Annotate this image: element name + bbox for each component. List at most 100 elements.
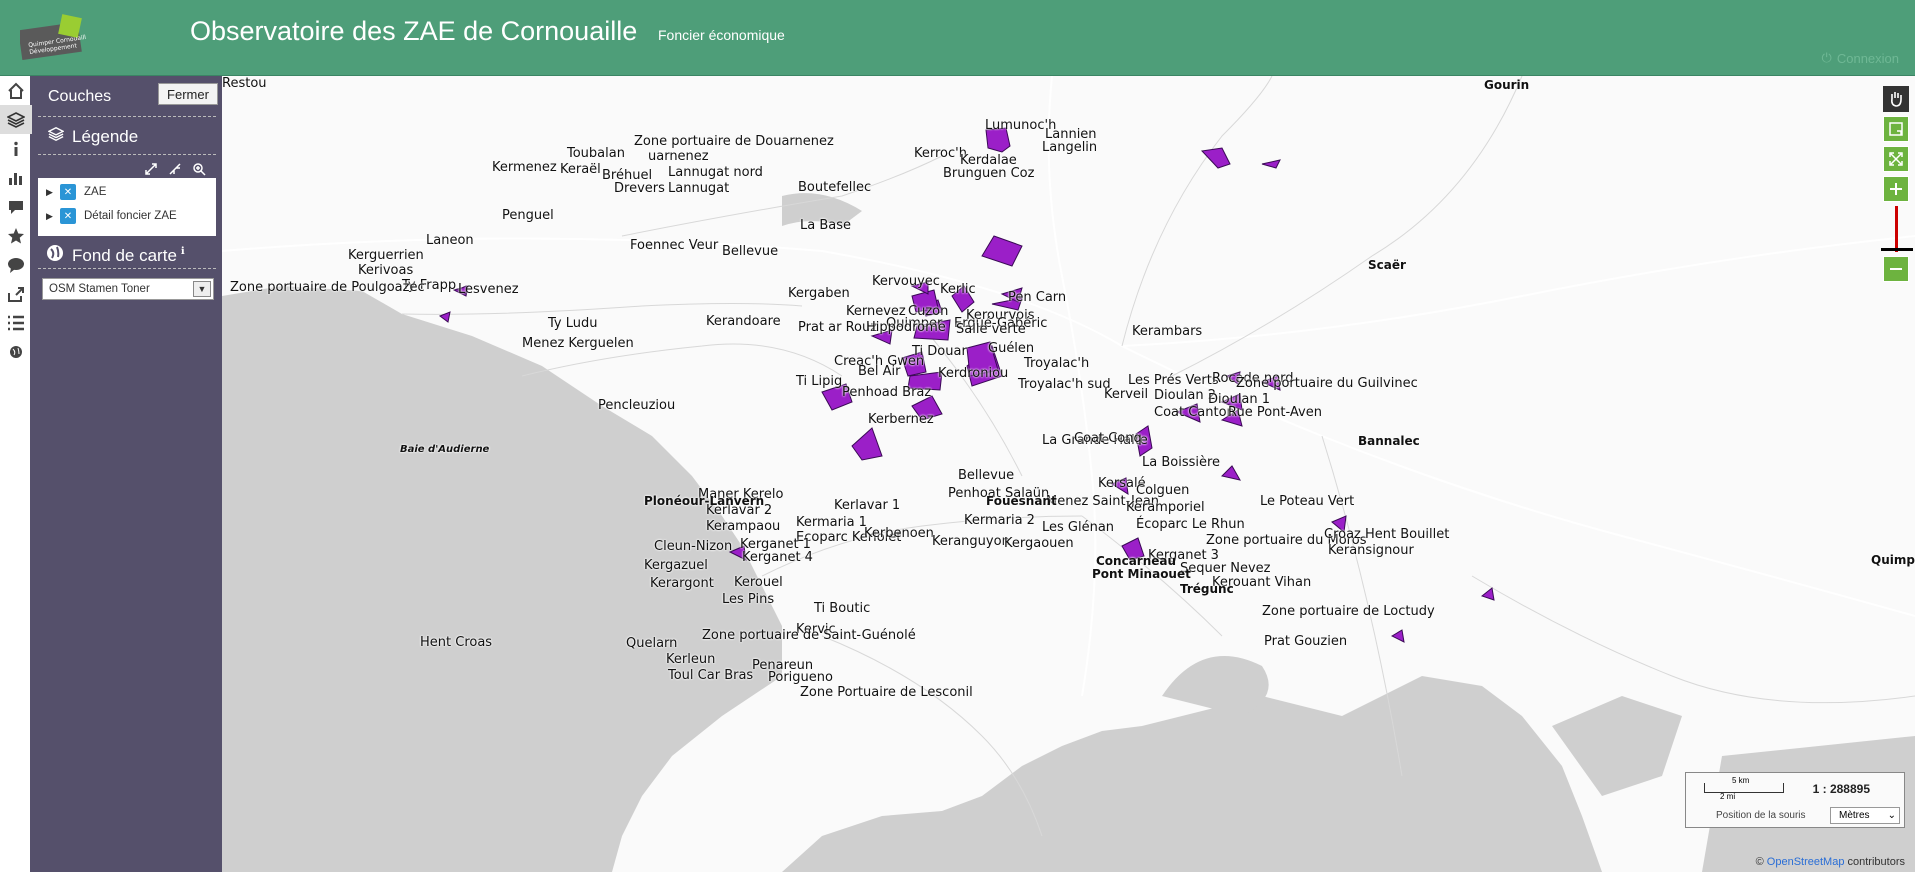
chart-icon[interactable] (0, 163, 32, 192)
scale-km-label: 5 km (1732, 776, 1750, 785)
map-label: Les Glénan (1042, 520, 1115, 535)
zoom-out-button[interactable] (1883, 256, 1909, 282)
map-label: Keransignour (1328, 543, 1414, 558)
map-label: La Boissière (1142, 455, 1221, 470)
map-label: Kerouel (734, 575, 783, 590)
fullscreen-icon[interactable] (1883, 146, 1909, 172)
map-label: Lesvenez (458, 282, 519, 297)
zoom-slider[interactable] (1881, 206, 1913, 252)
map-label: Guélen (988, 341, 1035, 356)
map-label: Zone portuaire de Loctudy (1262, 604, 1435, 619)
map-label: Les Pins (722, 592, 775, 607)
power-icon: ⏻ (1821, 50, 1832, 65)
map-controls (1881, 86, 1913, 282)
map-label: Kerargont (650, 576, 714, 591)
share-icon[interactable] (0, 279, 32, 308)
map-label: Kerveil (1104, 387, 1149, 402)
town-label: Fouesnant (986, 494, 1057, 508)
zoom-box-icon[interactable] (1883, 116, 1909, 142)
chat-icon[interactable] (0, 250, 32, 279)
town-label: Quimper (1871, 553, 1915, 567)
login-button[interactable]: ⏻ Connexion (1822, 50, 1899, 66)
map-label: Coat Canton (1154, 405, 1235, 420)
zoom-layer-icon[interactable] (192, 162, 206, 176)
mouse-position: Position de la souris (1716, 810, 1806, 821)
close-panel-button[interactable]: Fermer (158, 83, 218, 105)
map-label: Kervouyec (872, 274, 940, 289)
osm-link[interactable]: OpenStreetMap (1767, 856, 1845, 868)
copyright: © (1755, 856, 1764, 868)
layer-tools (144, 162, 206, 176)
chevron-down-icon: ▼ (193, 281, 211, 297)
sea-label: Baie d'Audierne (400, 444, 490, 455)
layer-checkbox[interactable]: ✕ (60, 208, 76, 224)
globe-icon[interactable] (0, 337, 32, 366)
layer-label: ZAE (84, 186, 107, 198)
map-label: Kermaria 1 (796, 515, 867, 530)
layer-detail-foncier[interactable]: ▶ ✕ Détail foncier ZAE (46, 208, 177, 224)
list-icon[interactable] (0, 308, 32, 337)
home-icon[interactable] (0, 76, 32, 105)
basemap-header: Fond de carte ℹ (46, 244, 185, 267)
layer-zae[interactable]: ▶ ✕ ZAE (46, 184, 106, 200)
expand-arrow-icon[interactable]: ▶ (46, 211, 60, 222)
map-label: Rue Pont-Aven (1228, 405, 1322, 420)
town-label: Concarneau (1096, 554, 1177, 568)
collapse-icon[interactable] (168, 162, 182, 176)
unit-select[interactable]: Mètres ⌄ (1830, 807, 1900, 824)
zoom-in-button[interactable] (1883, 176, 1909, 202)
legend-toggle[interactable]: Légende (47, 126, 139, 147)
map-label: Ti Douar (912, 344, 967, 359)
map-label: Kerganet 4 (742, 550, 813, 565)
pan-hand-icon[interactable] (1883, 86, 1909, 112)
map-label: Zone portuaire de Saint-Guénolé (702, 628, 916, 643)
basemap-value: OSM Stamen Toner (49, 283, 150, 295)
comment-icon[interactable] (0, 192, 32, 221)
map-label: Quelarn (626, 636, 678, 651)
map-label: Kerguerrien (348, 248, 424, 263)
map-label: Hent Croas (420, 635, 493, 650)
expand-icon[interactable] (144, 162, 158, 176)
town-label: Trégunc (1180, 582, 1234, 596)
map-label: Zone portuaire du Guilvinec (1236, 376, 1418, 391)
map-label: Dioulan 2 (1154, 388, 1217, 403)
map-label: Porigueno (768, 670, 833, 685)
star-icon[interactable] (0, 221, 32, 250)
info-icon[interactable]: ℹ (181, 246, 185, 257)
map-label: Bellevue (722, 244, 779, 259)
legend-label: Légende (72, 126, 139, 146)
layer-label: Détail foncier ZAE (84, 210, 177, 222)
map-label: Kerivoas (358, 263, 414, 278)
scale-ratio: 1 : 288895 (1812, 782, 1870, 796)
map-label: Kergaben (788, 286, 850, 301)
scale-mi-label: 2 mi (1720, 792, 1736, 801)
map-label: Kerbenoen (864, 526, 934, 541)
basemap-select[interactable]: OSM Stamen Toner ▼ (42, 278, 214, 300)
layers-icon[interactable] (0, 105, 32, 134)
globe-icon (46, 244, 64, 267)
map-label: Pencleuziou (598, 398, 676, 413)
logo[interactable]: Quimper Cornouaille Développement (18, 14, 90, 61)
map-label: Cleun-Nizon (654, 539, 733, 554)
layer-checkbox[interactable]: ✕ (60, 184, 76, 200)
map-label: Penhoad Braz (842, 385, 932, 400)
layer-list: ▶ ✕ ZAE ▶ ✕ Détail foncier ZAE (38, 178, 216, 236)
expand-arrow-icon[interactable]: ▶ (46, 187, 60, 198)
map-label: Salle verte (956, 322, 1026, 337)
map-label: Zone portuaire de Douarnenez (634, 134, 834, 149)
map-label: Laneon (426, 233, 474, 248)
map-label: Kerambars (1132, 324, 1203, 339)
map-label: Bellevue (958, 468, 1015, 483)
divider (38, 268, 216, 269)
info-icon[interactable] (0, 134, 32, 163)
map-label: Prat Gouzien (1264, 634, 1348, 649)
map-label: Langelin (1042, 140, 1098, 155)
layers-icon (47, 126, 65, 147)
town-label: Scaër (1368, 258, 1406, 272)
zoom-slider-handle[interactable] (1881, 248, 1913, 251)
map-label: Menez Kerguelen (522, 336, 634, 351)
map-label: Penguel (502, 208, 554, 223)
map-label: Kerandoare (706, 314, 781, 329)
map-canvas[interactable]: Baie d'Audierne Zone portuaire de Douarn… (222, 76, 1915, 872)
map-label: Troyalac'h sud (1018, 377, 1111, 392)
